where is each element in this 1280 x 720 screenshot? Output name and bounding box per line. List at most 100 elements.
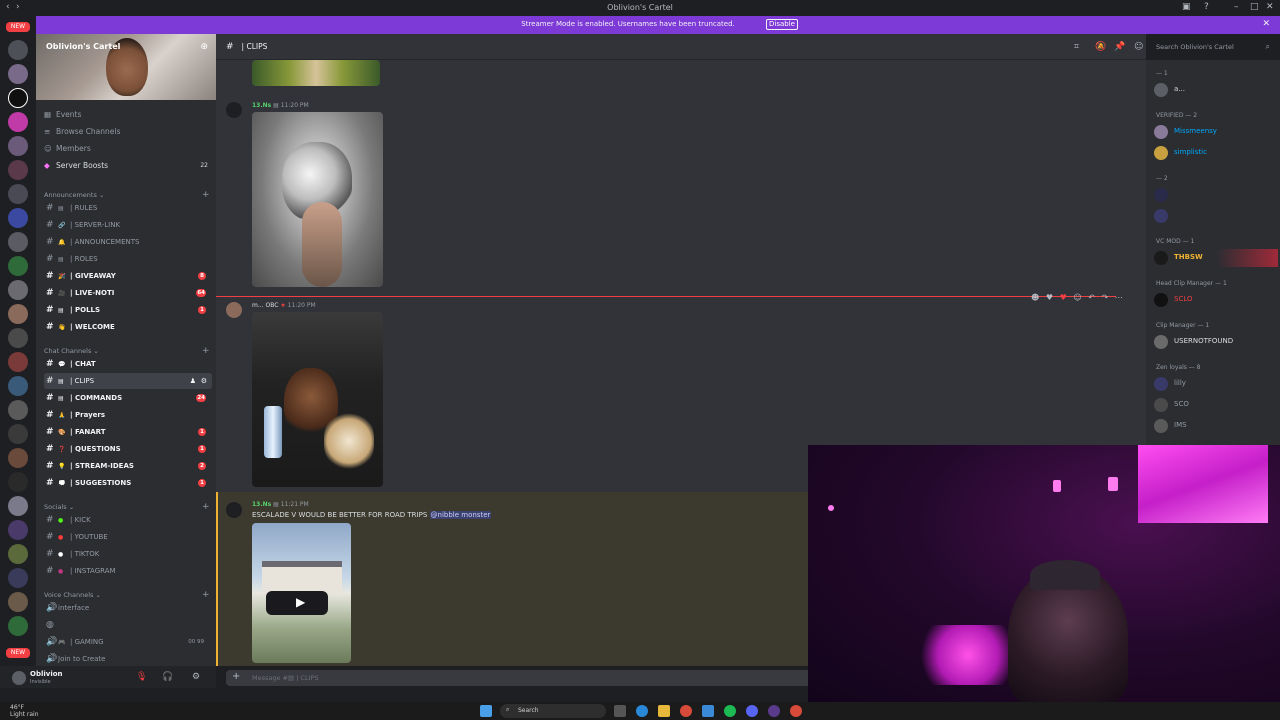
heart-icon[interactable]: ♥ [1060,293,1067,302]
start-icon[interactable] [480,705,492,717]
server-icon[interactable] [8,184,28,204]
server-icon[interactable] [8,136,28,156]
member-item[interactable]: USERNOTFOUND [1154,333,1278,351]
close-window-icon[interactable]: ✕ [1266,2,1274,12]
member-item[interactable]: a... [1154,81,1278,99]
more-icon[interactable]: ⋯ [1115,293,1123,302]
server-icon[interactable] [8,88,28,108]
avatar[interactable] [12,671,26,685]
voice-channel-interface[interactable]: 🔊interface [44,600,212,616]
member-item[interactable] [1154,186,1278,204]
add-channel-icon[interactable]: + [202,590,210,600]
channel-welcome[interactable]: # 👋 | WELCOME [44,319,212,335]
discord-icon[interactable] [746,705,758,717]
mute-icon[interactable]: 🎙 [136,672,147,682]
channel-live-noti[interactable]: # 🎥 | LIVE-NOTI 64 [44,285,212,301]
search-input[interactable]: Search Oblivion's Cartel ⌕ [1150,40,1274,54]
channel-prayers[interactable]: # 🙏 | Prayers [44,407,212,423]
maximize-icon[interactable]: □ [1250,2,1259,12]
channel-rules[interactable]: # ▤ | RULES [44,200,212,216]
server-name[interactable]: Oblivion's Cartel [46,42,120,51]
author-name[interactable]: 13.Ns [252,102,271,109]
minimize-icon[interactable]: – [1234,2,1239,12]
member-item[interactable]: THBSW [1154,249,1278,267]
edge-icon[interactable] [636,705,648,717]
username[interactable]: Oblivion [30,670,63,678]
inbox-icon[interactable]: ▣ [1182,2,1191,12]
play-icon[interactable]: ▶ [296,595,305,609]
channel-fanart[interactable]: # 🎨 | FANART 1 [44,424,212,440]
nav-server-boosts[interactable]: ◆ Server Boosts 22 [44,159,208,173]
server-icon[interactable] [8,544,28,564]
channel-clips[interactable]: # ▤ | CLIPS ♟ ⚙ [44,373,212,389]
taskbar-search[interactable]: Search ⌕ [500,704,606,718]
channel-commands[interactable]: # ▤ | COMMANDS 24 [44,390,212,406]
video-attachment[interactable]: ▶ [252,523,351,663]
category-socials[interactable]: Socials ⌄ + [44,502,210,512]
disable-streamer-mode-button[interactable]: Disable [766,19,798,30]
image-attachment[interactable] [252,60,380,86]
channel-polls[interactable]: # ▤ | POLLS 1 [44,302,212,318]
avatar[interactable] [226,302,242,318]
author-name[interactable]: m... [252,302,264,309]
pin-icon[interactable]: 📌 [1114,42,1125,52]
channel-suggestions[interactable]: # 💭 | SUGGESTIONS 1 [44,475,212,491]
member-item[interactable]: lilly [1154,375,1278,393]
server-icon[interactable] [8,376,28,396]
server-icon[interactable] [8,592,28,612]
server-icon[interactable] [8,328,28,348]
reaction-icon[interactable]: ☻ [1031,293,1039,302]
voice-channel-join-to-create[interactable]: 🔊Join to Create [44,651,212,666]
channel-server-link[interactable]: # 🔗 | SERVER-LINK [44,217,212,233]
task-view-icon[interactable] [614,705,626,717]
voice-user[interactable]: ◍ [44,617,212,633]
nav-browse-channels[interactable]: ≡ Browse Channels [44,125,120,139]
channel-youtube[interactable]: # ● | YOUTUBE [44,529,212,545]
nav-events[interactable]: ▦ Events [44,108,81,122]
chrome-icon[interactable] [680,705,692,717]
category-chat-channels[interactable]: Chat Channels ⌄ + [44,346,210,356]
server-icon[interactable] [8,352,28,372]
server-icon[interactable] [8,520,28,540]
channel-tiktok[interactable]: # ● | TIKTOK [44,546,212,562]
nav-members[interactable]: ☺ Members [44,142,91,156]
store-icon[interactable] [702,705,714,717]
folder-icon[interactable] [658,705,670,717]
server-icon[interactable] [8,40,28,60]
invite-icon[interactable]: ⊕ [200,42,208,52]
add-reaction-icon[interactable]: ☺ [1073,293,1081,302]
server-icon[interactable] [8,568,28,588]
channel-instagram[interactable]: # ● | INSTAGRAM [44,563,212,579]
spotify-icon[interactable] [724,705,736,717]
member-item[interactable] [1154,207,1278,225]
add-channel-icon[interactable]: + [202,346,210,356]
server-icon[interactable] [8,280,28,300]
app-icon[interactable] [768,705,780,717]
channel-stream-ideas[interactable]: # 💡 | STREAM-IDEAS 2 [44,458,212,474]
channel-kick[interactable]: # ● | KICK [44,512,212,528]
add-attachment-icon[interactable]: + [232,671,240,682]
member-item[interactable]: Missmeensy [1154,123,1278,141]
member-item[interactable]: SCO [1154,396,1278,414]
channel-giveaway[interactable]: # 🎉 | GIVEAWAY 8 [44,268,212,284]
member-item[interactable]: simplistic [1154,144,1278,162]
avatar[interactable] [226,102,242,118]
channel-announcements[interactable]: # 🔔 | ANNOUNCEMENTS [44,234,212,250]
member-item[interactable]: IMS [1154,417,1278,435]
reaction-icon[interactable]: ♥ [1046,293,1053,302]
server-icon[interactable] [8,616,28,636]
server-icon[interactable] [8,160,28,180]
server-icon[interactable] [8,448,28,468]
server-icon[interactable] [8,472,28,492]
reply-icon[interactable]: ↶ [1088,293,1095,302]
server-icon[interactable] [8,400,28,420]
channel-chat[interactable]: # 💬 | CHAT [44,356,212,372]
server-icon[interactable] [8,208,28,228]
category-announcements[interactable]: Announcements ⌄ + [44,190,210,200]
server-icon[interactable] [8,256,28,276]
help-icon[interactable]: ? [1204,2,1209,12]
server-icon[interactable] [8,112,28,132]
server-icon[interactable] [8,496,28,516]
channel-questions[interactable]: # ❓ | QUESTIONS 1 [44,441,212,457]
author-name[interactable]: 13.Ns [252,501,271,508]
